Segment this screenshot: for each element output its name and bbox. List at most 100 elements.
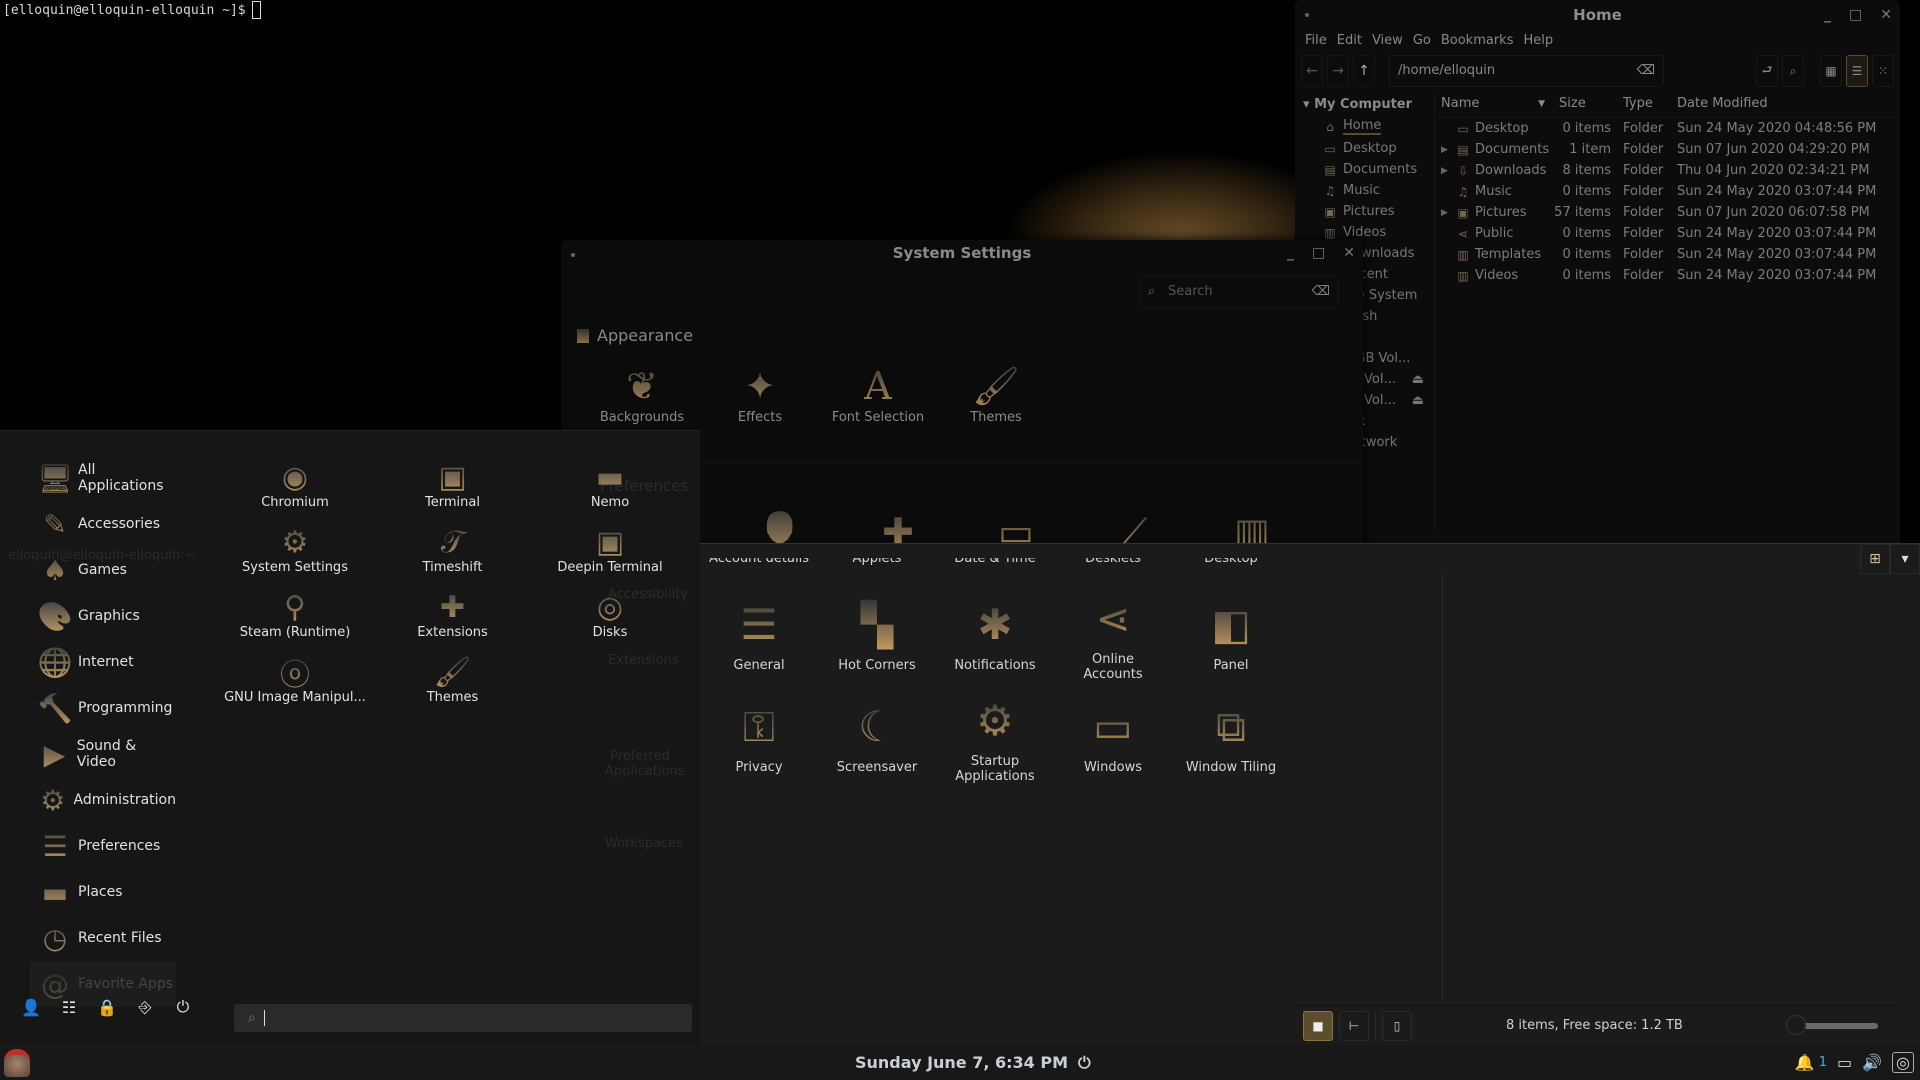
settings-effects[interactable]: ✦ Effects: [701, 362, 819, 425]
maximize-button[interactable]: □: [1312, 240, 1325, 266]
display-icon[interactable]: ▭: [1837, 1053, 1852, 1072]
settings-online-accounts[interactable]: ⋖ Online Accounts: [1054, 592, 1172, 682]
category-administration[interactable]: ⚙ Administration: [36, 777, 176, 823]
app-steam[interactable]: ⚲ Steam (Runtime): [215, 589, 375, 641]
tile-label-desklets[interactable]: Desklets: [1054, 558, 1172, 568]
icon-view-button[interactable]: ▦: [1820, 55, 1842, 87]
tile-label-desktop[interactable]: Desktop: [1172, 558, 1290, 568]
search-button[interactable]: ⌕: [1782, 55, 1804, 87]
logout-button[interactable]: ⎆: [134, 996, 156, 1018]
window-menu-dot[interactable]: [1305, 13, 1309, 17]
app-deepin-terminal[interactable]: ▣ Deepin Terminal: [530, 524, 690, 576]
app-disks[interactable]: ◎ Disks: [530, 589, 690, 641]
settings-themes[interactable]: 🖌 Themes: [937, 362, 1055, 426]
app-system-settings[interactable]: ⚙ System Settings: [215, 524, 375, 576]
forward-button[interactable]: →: [1327, 55, 1349, 87]
zoom-slider-handle[interactable]: [1786, 1014, 1806, 1035]
menu-help[interactable]: Help: [1523, 30, 1553, 52]
settings-panel[interactable]: ◧ Panel: [1172, 598, 1290, 682]
app-terminal[interactable]: ▣ Terminal: [375, 459, 530, 511]
minimize-button[interactable]: _: [1287, 240, 1294, 266]
tile-label-date[interactable]: Date & Time: [936, 558, 1054, 568]
terminal-prompt[interactable]: [elloquin@elloquin-elloquin ~]$: [3, 1, 261, 19]
maximize-button[interactable]: □: [1849, 0, 1862, 30]
app-extensions[interactable]: ✚ Extensions: [375, 589, 530, 641]
category-games[interactable]: ♠ Games: [36, 547, 176, 593]
settings-notifications[interactable]: ✱ Notifications: [936, 598, 1054, 682]
sidebar-item-music[interactable]: ♫ Music: [1295, 180, 1434, 201]
table-row[interactable]: ▥ Templates 0 items Folder Sun 24 May 2020 0…: [1435, 244, 1900, 265]
menu-file[interactable]: File: [1305, 30, 1327, 52]
dropdown-button[interactable]: ▾: [1890, 544, 1920, 574]
app-nemo[interactable]: ▬ Nemo: [530, 459, 690, 511]
category-graphics[interactable]: 🎨 Graphics: [36, 593, 176, 639]
sidebar-item-desktop[interactable]: ▭ Desktop: [1295, 138, 1434, 159]
toggle-location-button[interactable]: ⮐: [1756, 55, 1778, 87]
up-button[interactable]: ↑: [1353, 55, 1375, 87]
category-programming[interactable]: 🔨 Programming: [36, 685, 176, 731]
category-recent-files[interactable]: ◷ Recent Files: [36, 915, 176, 961]
settings-privacy[interactable]: ⚿ Privacy: [700, 700, 818, 784]
expander-icon[interactable]: ▶: [1441, 166, 1451, 176]
settings-screensaver[interactable]: ☾ Screensaver: [818, 700, 936, 784]
menu-view[interactable]: View: [1372, 30, 1403, 52]
tile-label-account[interactable]: Account details: [700, 558, 818, 568]
sidebar-header[interactable]: ▾ My Computer: [1295, 94, 1434, 115]
column-type[interactable]: Type: [1619, 96, 1677, 111]
menu-search-input[interactable]: ⌕: [234, 1004, 692, 1032]
menu-bookmarks[interactable]: Bookmarks: [1441, 30, 1514, 52]
nemo-pane-divider[interactable]: [1442, 574, 1443, 1003]
zoom-slider[interactable]: [1786, 1014, 1878, 1035]
new-tab-button[interactable]: ⊞: [1860, 544, 1890, 574]
settings-font-selection[interactable]: A Font Selection: [819, 362, 937, 425]
clear-icon[interactable]: ⌫: [1312, 277, 1330, 307]
minimize-button[interactable]: _: [1824, 0, 1831, 30]
expander-icon[interactable]: ▶: [1441, 145, 1451, 155]
column-date[interactable]: Date Modified: [1677, 96, 1900, 111]
settings-backgrounds[interactable]: ❦ Backgrounds: [583, 362, 701, 425]
close-button[interactable]: ✕: [1880, 0, 1892, 30]
window-menu-dot[interactable]: [571, 253, 575, 257]
power-icon[interactable]: ⏻: [1078, 1045, 1091, 1080]
eject-icon[interactable]: ⏏: [1412, 372, 1424, 387]
table-row[interactable]: ⋖ Public 0 items Folder Sun 24 May 2020 03:0…: [1435, 223, 1900, 244]
location-input[interactable]: /home/elloquin ⌫: [1389, 55, 1664, 87]
sidebar-item-pictures[interactable]: ▣ Pictures: [1295, 201, 1434, 222]
column-name[interactable]: Name ▼: [1435, 96, 1553, 111]
places-toggle-button[interactable]: ■: [1303, 1010, 1333, 1041]
lock-button[interactable]: 🔒: [96, 996, 118, 1018]
category-all-applications[interactable]: 🖥 All Applications: [36, 455, 176, 501]
window-titlebar[interactable]: Home _ □ ✕: [1295, 0, 1900, 30]
compact-view-button[interactable]: ⁙: [1872, 55, 1894, 87]
volume-icon[interactable]: 🔊: [1862, 1053, 1882, 1072]
eject-icon[interactable]: ⏏: [1412, 393, 1424, 408]
table-row[interactable]: ♫ Music 0 items Folder Sun 24 May 2020 03:07…: [1435, 181, 1900, 202]
view-toggle-button[interactable]: ☷: [58, 996, 80, 1018]
settings-startup-applications[interactable]: ⚙ Startup Applications: [936, 694, 1054, 784]
sidebar-item-home[interactable]: ⌂ Home: [1295, 115, 1434, 138]
window-titlebar[interactable]: System Settings _ □ ✕: [561, 240, 1363, 266]
shutdown-button[interactable]: ⏻: [172, 996, 194, 1018]
menu-launcher-icon[interactable]: [4, 1049, 30, 1077]
column-size[interactable]: Size: [1553, 96, 1619, 111]
clock-applet[interactable]: Sunday June 7, 6:34 PM ⏻: [855, 1045, 1091, 1080]
app-chromium[interactable]: ◉ Chromium: [215, 459, 375, 511]
table-row[interactable]: ▶ ⇩ Downloads 8 items Folder Thu 04 Jun 2020 …: [1435, 160, 1900, 181]
app-themes[interactable]: 🖌 Themes: [375, 654, 530, 706]
settings-general[interactable]: ☰ General: [700, 598, 818, 682]
category-sound-video[interactable]: ▶ Sound & Video: [36, 731, 176, 777]
category-preferences[interactable]: ☰ Preferences: [36, 823, 176, 869]
tree-toggle-button[interactable]: ⊢: [1339, 1010, 1369, 1041]
settings-window-tiling[interactable]: ⧉ Window Tiling: [1172, 700, 1290, 784]
settings-search-input[interactable]: ⌕ Search ⌫: [1139, 276, 1339, 308]
settings-hot-corners[interactable]: ▚ Hot Corners: [818, 598, 936, 682]
sidebar-item-documents[interactable]: ▤ Documents: [1295, 159, 1434, 180]
user-button[interactable]: 👤: [20, 996, 42, 1018]
table-row[interactable]: ▶ ▤ Documents 1 item Folder Sun 07 Jun 2020 0…: [1435, 139, 1900, 160]
category-accessories[interactable]: ✎ Accessories: [36, 501, 176, 547]
tile-label-applets[interactable]: Applets: [818, 558, 936, 568]
clear-icon[interactable]: ⌫: [1637, 56, 1655, 86]
notifications-icon[interactable]: 🔔: [1795, 1053, 1815, 1072]
table-row[interactable]: ▥ Videos 0 items Folder Sun 24 May 2020 03:0…: [1435, 265, 1900, 286]
menu-go[interactable]: Go: [1413, 30, 1431, 52]
